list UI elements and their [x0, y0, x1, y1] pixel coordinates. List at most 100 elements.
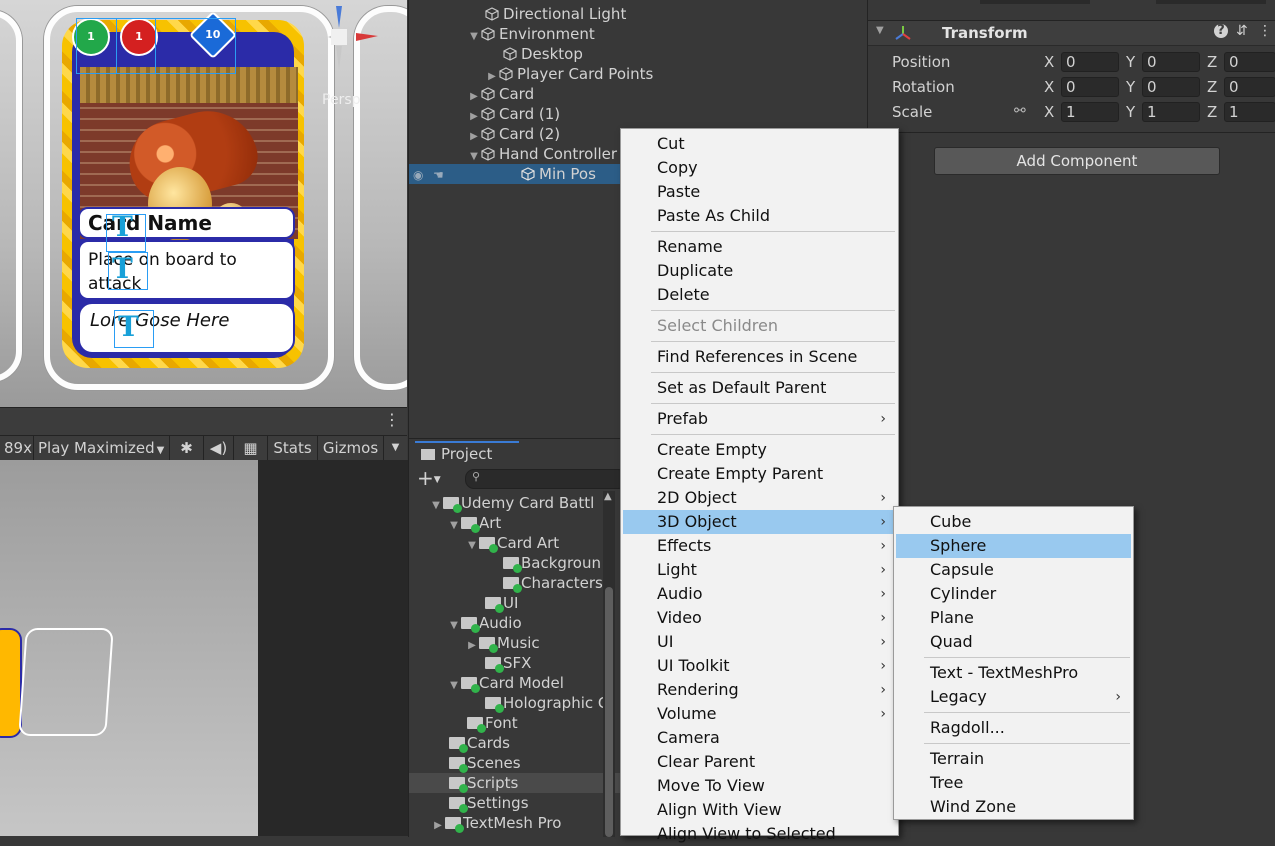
rotation-z-field[interactable]: 0 — [1224, 77, 1275, 97]
menu-item-2d-object[interactable]: 2D Object › — [623, 486, 896, 510]
menu-item-paste-as-child[interactable]: Paste As Child — [623, 204, 896, 228]
play-mode-dropdown[interactable]: Play Maximized ▼ — [34, 436, 170, 460]
expand-down-icon[interactable]: ▼ — [429, 496, 443, 513]
menu-item-plane[interactable]: Plane — [896, 606, 1131, 630]
hierarchy-item-environment[interactable]: ▼ Environment — [409, 24, 926, 44]
menu-item-quad[interactable]: Quad — [896, 630, 1131, 654]
menu-item-clear-parent[interactable]: Clear Parent — [623, 750, 896, 774]
menu-item-align-with-view[interactable]: Align With View — [623, 798, 896, 822]
menu-item-prefab[interactable]: Prefab › — [623, 407, 896, 431]
menu-item-delete[interactable]: Delete — [623, 283, 896, 307]
audio-mute-icon[interactable]: ◀) — [204, 436, 234, 460]
scale-y-field[interactable]: 1 — [1142, 102, 1200, 122]
menu-item-duplicate[interactable]: Duplicate — [623, 259, 896, 283]
project-search-input[interactable]: ⚲ — [465, 469, 627, 489]
menu-item-align-view-to-selected[interactable]: Align View to Selected — [623, 822, 896, 846]
constrain-proportions-icon[interactable]: ⚯ — [1014, 103, 1026, 119]
expand-down-icon[interactable]: ▼ — [447, 676, 461, 693]
tab-project[interactable]: Project — [415, 441, 519, 467]
position-z-field[interactable]: 0 — [1224, 52, 1275, 72]
menu-item-find-references[interactable]: Find References in Scene — [623, 345, 896, 369]
menu-item-ui-toolkit[interactable]: UI Toolkit › — [623, 654, 896, 678]
chevron-right-icon: › — [880, 411, 886, 427]
project-folder-udemy-card-battle[interactable]: ▼ Udemy Card Battl — [409, 493, 629, 513]
menu-item-video[interactable]: Video › — [623, 606, 896, 630]
scene-view[interactable]: 1 1 10 Card Name Place on board to attac… — [0, 0, 407, 407]
gizmos-button[interactable]: Gizmos — [318, 436, 384, 460]
collapse-down-icon[interactable]: ▼ — [876, 25, 884, 36]
menu-item-text-textmeshpro[interactable]: Text - TextMeshPro — [896, 661, 1131, 685]
expand-down-icon[interactable]: ▼ — [465, 536, 479, 553]
menu-item-label: Legacy — [930, 687, 987, 706]
chevron-right-icon: › — [880, 658, 886, 674]
menu-item-tree[interactable]: Tree — [896, 771, 1131, 795]
expand-down-icon[interactable]: ▼ — [447, 616, 461, 633]
menu-item-copy[interactable]: Copy — [623, 156, 896, 180]
menu-item-legacy[interactable]: Legacy › — [896, 685, 1131, 709]
menu-item-cut[interactable]: Cut — [623, 132, 896, 156]
menu-item-capsule[interactable]: Capsule — [896, 558, 1131, 582]
folder-label: Udemy Card Battl — [461, 494, 595, 512]
project-folder-textmesh-pro[interactable]: ▶ TextMesh Pro — [409, 813, 631, 833]
gizmos-dropdown-icon[interactable]: ▼ — [384, 436, 407, 460]
more-options-icon[interactable]: ⋮ — [1258, 23, 1272, 39]
grid-icon[interactable]: ▦ — [234, 436, 268, 460]
menu-item-ragdoll[interactable]: Ragdoll... — [896, 716, 1131, 740]
add-component-button[interactable]: Add Component — [934, 147, 1220, 175]
menu-item-volume[interactable]: Volume › — [623, 702, 896, 726]
position-y-field[interactable]: 0 — [1142, 52, 1200, 72]
scrollbar-thumb[interactable] — [605, 587, 613, 837]
menu-item-create-empty[interactable]: Create Empty — [623, 438, 896, 462]
menu-item-terrain[interactable]: Terrain — [896, 747, 1131, 771]
pickable-hand-icon[interactable]: ☚ — [433, 165, 453, 185]
menu-item-create-empty-parent[interactable]: Create Empty Parent — [623, 462, 896, 486]
stats-button[interactable]: Stats — [268, 436, 318, 460]
preset-settings-icon[interactable]: ⇵ — [1236, 23, 1248, 39]
expand-down-icon[interactable]: ▼ — [447, 516, 461, 533]
rotation-y-field[interactable]: 0 — [1142, 77, 1200, 97]
project-scrollbar[interactable]: ▲ — [603, 491, 615, 837]
menu-item-sphere[interactable]: Sphere — [896, 534, 1131, 558]
folder-icon — [449, 737, 468, 753]
inspector-top-field[interactable] — [1156, 0, 1266, 4]
menu-item-wind-zone[interactable]: Wind Zone — [896, 795, 1131, 819]
menu-item-cylinder[interactable]: Cylinder — [896, 582, 1131, 606]
menu-item-rename[interactable]: Rename — [623, 235, 896, 259]
rotation-x-field[interactable]: 0 — [1061, 77, 1119, 97]
scale-z-field[interactable]: 1 — [1224, 102, 1275, 122]
menu-item-audio[interactable]: Audio › — [623, 582, 896, 606]
menu-item-ui[interactable]: UI › — [623, 630, 896, 654]
menu-item-rendering[interactable]: Rendering › — [623, 678, 896, 702]
menu-item-effects[interactable]: Effects › — [623, 534, 896, 558]
help-icon[interactable]: ? — [1214, 24, 1228, 38]
projection-label[interactable]: Persp — [322, 92, 361, 108]
more-options-icon[interactable]: ⋮ — [384, 412, 400, 428]
hierarchy-item-player-card-points[interactable]: ▶ Player Card Points — [409, 64, 944, 84]
scroll-up-icon[interactable]: ▲ — [604, 491, 612, 502]
menu-item-camera[interactable]: Camera — [623, 726, 896, 750]
hierarchy-item-card[interactable]: ▶ Card — [409, 84, 926, 104]
hierarchy-item-directional-light[interactable]: Directional Light — [409, 4, 944, 24]
menu-item-3d-object[interactable]: 3D Object › — [623, 510, 896, 534]
menu-item-light[interactable]: Light › — [623, 558, 896, 582]
hierarchy-item-label: Min Pos — [539, 165, 596, 183]
game-zoom-value[interactable]: 89x — [0, 436, 34, 460]
menu-item-cube[interactable]: Cube — [896, 510, 1131, 534]
menu-item-paste[interactable]: Paste — [623, 180, 896, 204]
menu-separator — [651, 310, 895, 311]
gameobject-cube-icon — [503, 47, 517, 61]
hierarchy-item-card-1[interactable]: ▶ Card (1) — [409, 104, 926, 124]
expand-right-icon[interactable]: ▶ — [465, 636, 479, 653]
menu-item-move-to-view[interactable]: Move To View — [623, 774, 896, 798]
transform-header[interactable]: ▼ Transform ? ⇵ ⋮ — [868, 20, 1275, 46]
menu-item-set-default-parent[interactable]: Set as Default Parent — [623, 376, 896, 400]
scale-x-field[interactable]: 1 — [1061, 102, 1119, 122]
expand-right-icon[interactable]: ▶ — [431, 816, 445, 833]
position-x-field[interactable]: 0 — [1061, 52, 1119, 72]
game-view[interactable] — [0, 460, 258, 836]
bug-icon[interactable]: ✱ — [170, 436, 204, 460]
inspector-top-field[interactable] — [980, 0, 1090, 4]
visibility-eye-icon[interactable]: ◉ — [413, 165, 433, 185]
create-plus-button[interactable]: +▼ — [417, 467, 441, 491]
scene-orientation-gizmo[interactable] — [320, 0, 400, 90]
